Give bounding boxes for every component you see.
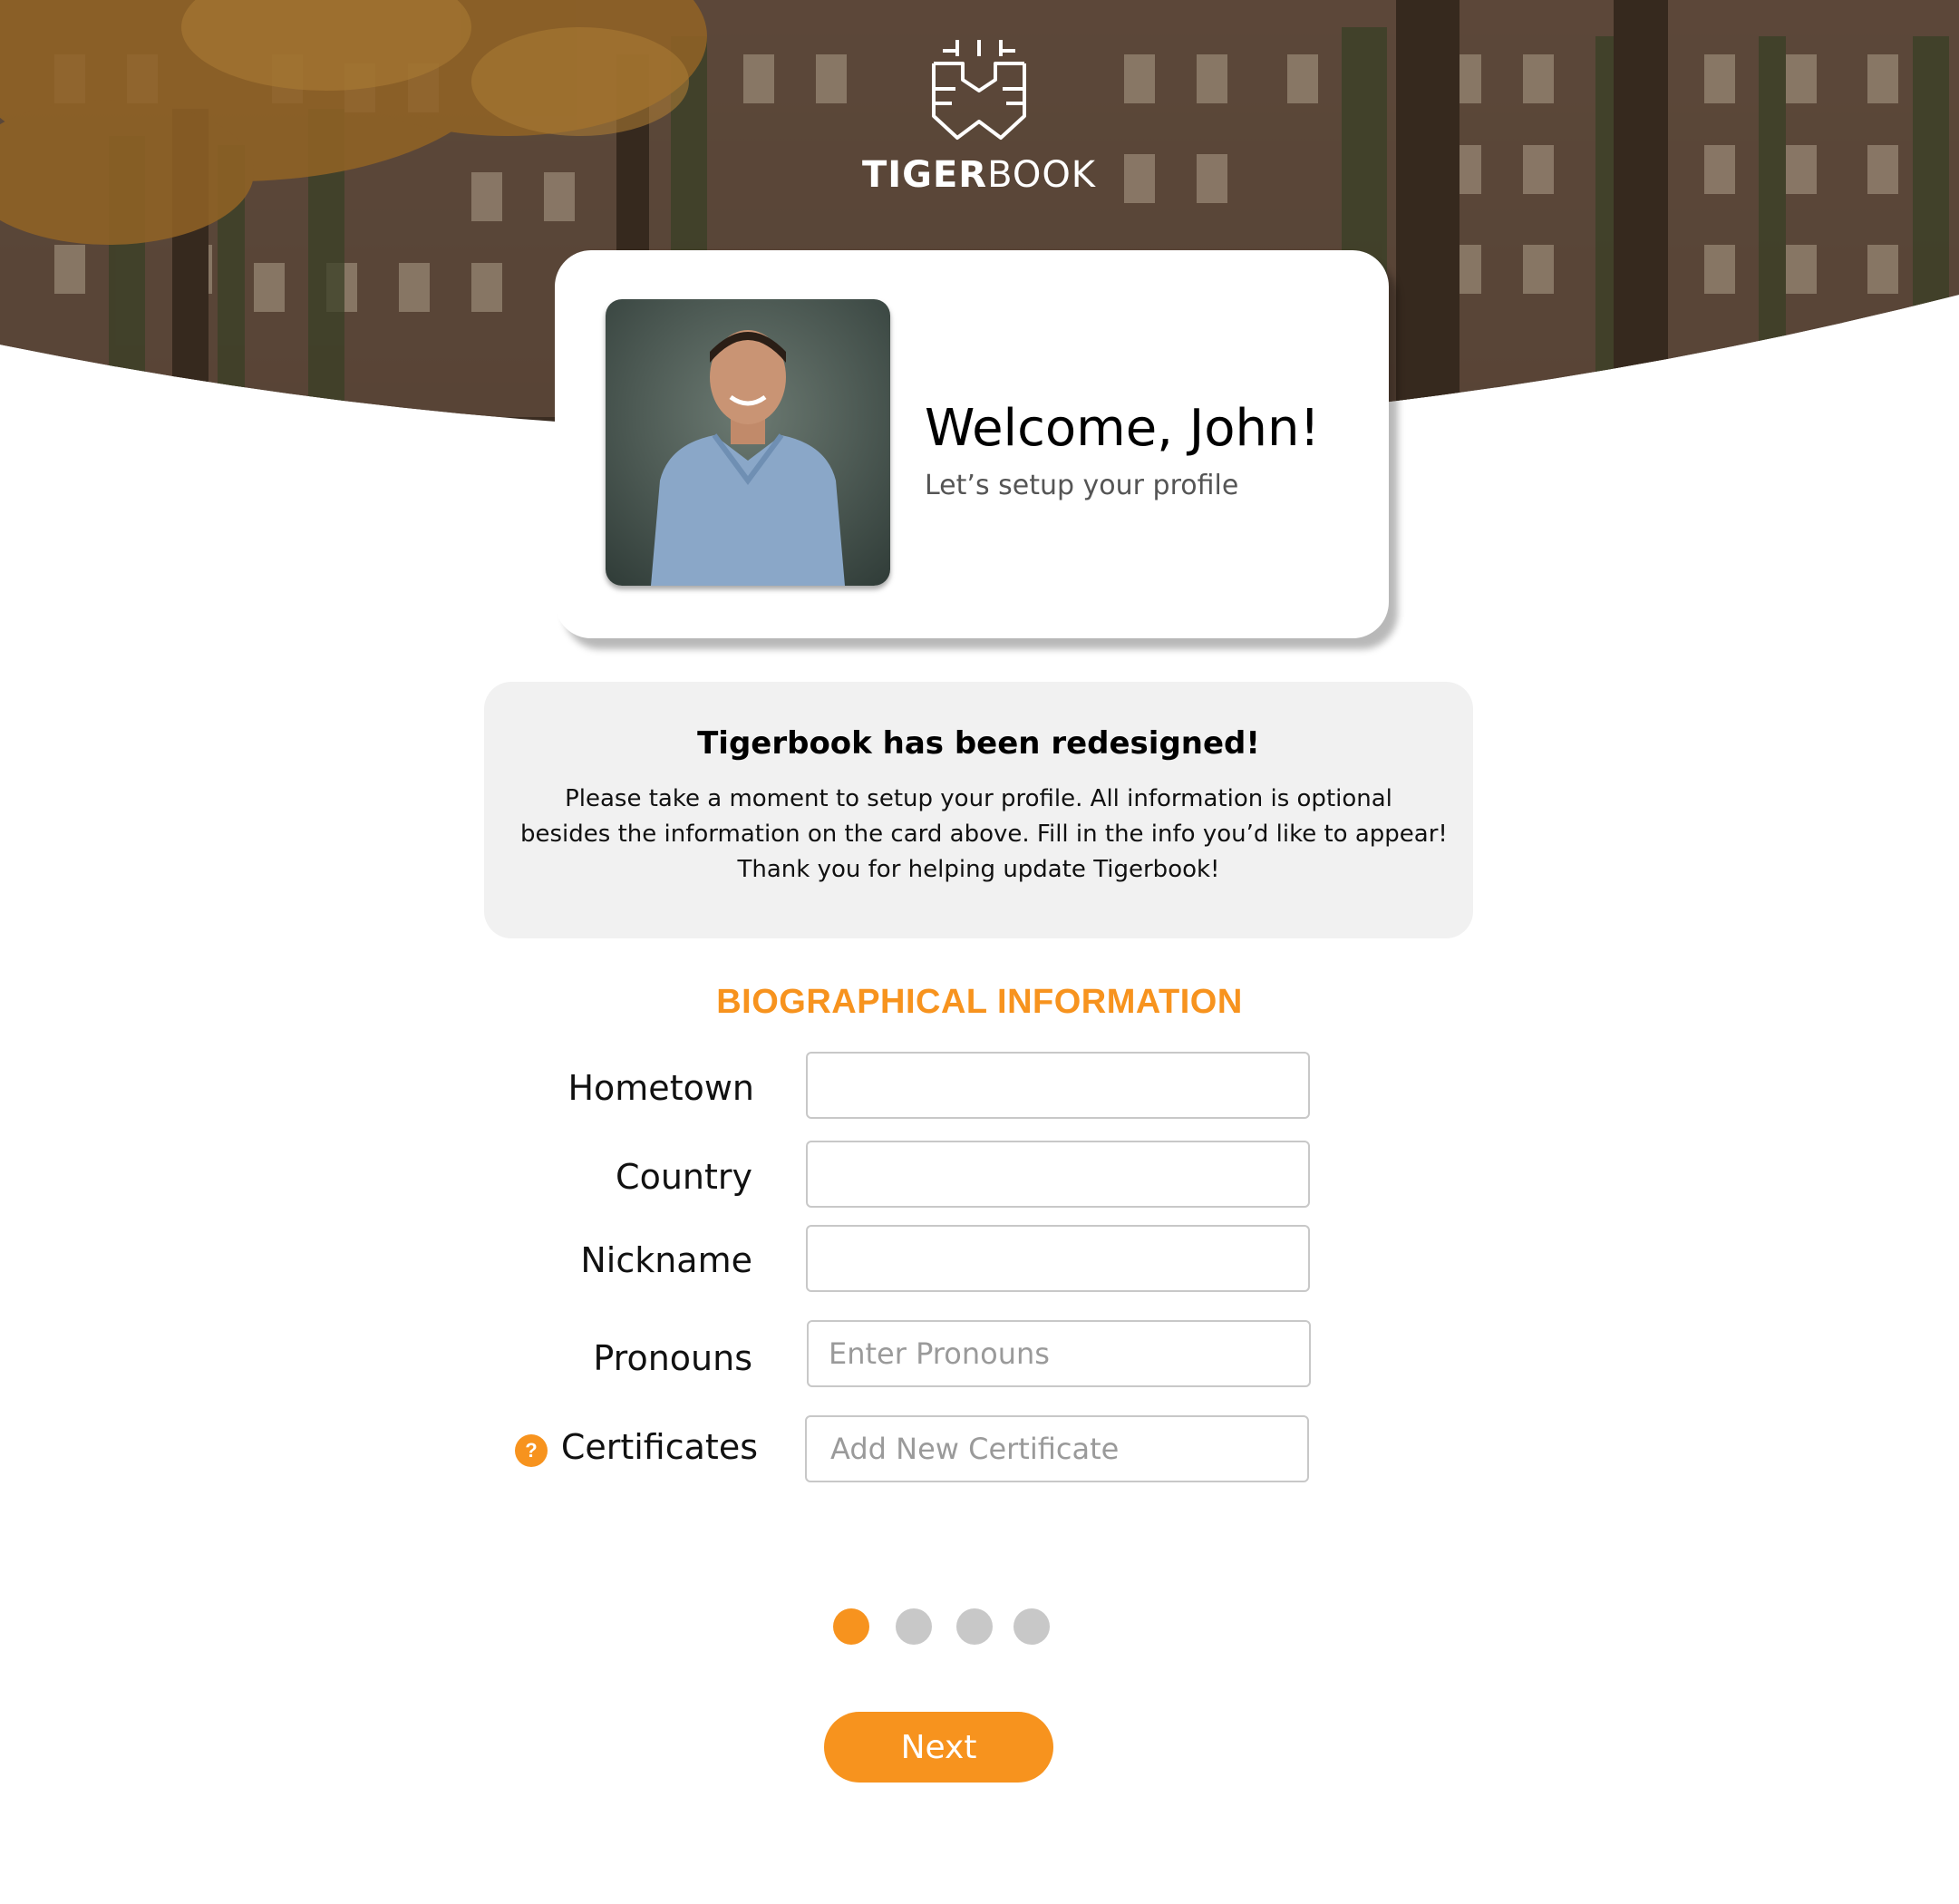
page-dot-4[interactable] — [1013, 1608, 1050, 1645]
notice-line: besides the information on the card abov… — [520, 821, 1448, 848]
notice-line: Thank you for helping update Tigerbook! — [737, 856, 1220, 883]
brand-wordmark: TIGERBOOK — [852, 154, 1106, 196]
avatar[interactable] — [606, 299, 890, 586]
page-dot-1[interactable] — [833, 1608, 869, 1645]
redesign-notice: Tigerbook has been redesigned! Please ta… — [484, 682, 1473, 938]
certificates-label: Certificates — [560, 1427, 758, 1467]
hometown-input[interactable] — [806, 1052, 1310, 1119]
hometown-label: Hometown — [567, 1068, 754, 1108]
notice-line: Please take a moment to setup your profi… — [565, 785, 1392, 812]
welcome-card: Welcome, John! Let’s setup your profile — [555, 250, 1389, 638]
nickname-label: Nickname — [580, 1240, 752, 1280]
notice-title: Tigerbook has been redesigned! — [697, 725, 1260, 762]
profile-photo — [606, 299, 890, 586]
welcome-title: Welcome, John! — [925, 399, 1320, 458]
brand-name-light: BOOK — [987, 154, 1097, 196]
pronouns-input[interactable] — [807, 1320, 1311, 1387]
notice-body: Please take a moment to setup your profi… — [520, 782, 1448, 888]
certificates-input[interactable] — [805, 1415, 1309, 1482]
page-dot-3[interactable] — [956, 1608, 993, 1645]
country-input[interactable] — [806, 1141, 1310, 1208]
nickname-input[interactable] — [806, 1225, 1310, 1292]
welcome-subtitle: Let’s setup your profile — [925, 470, 1239, 501]
pronouns-label: Pronouns — [593, 1338, 752, 1378]
section-title-biographical: BIOGRAPHICAL INFORMATION — [716, 983, 1243, 1021]
next-button[interactable]: Next — [824, 1712, 1053, 1783]
brand-name-bold: TIGER — [861, 154, 988, 196]
book-logo-icon — [932, 40, 1026, 140]
tigerbook-logo: TIGERBOOK — [852, 36, 1106, 209]
country-label: Country — [616, 1157, 752, 1197]
page-dot-2[interactable] — [896, 1608, 932, 1645]
